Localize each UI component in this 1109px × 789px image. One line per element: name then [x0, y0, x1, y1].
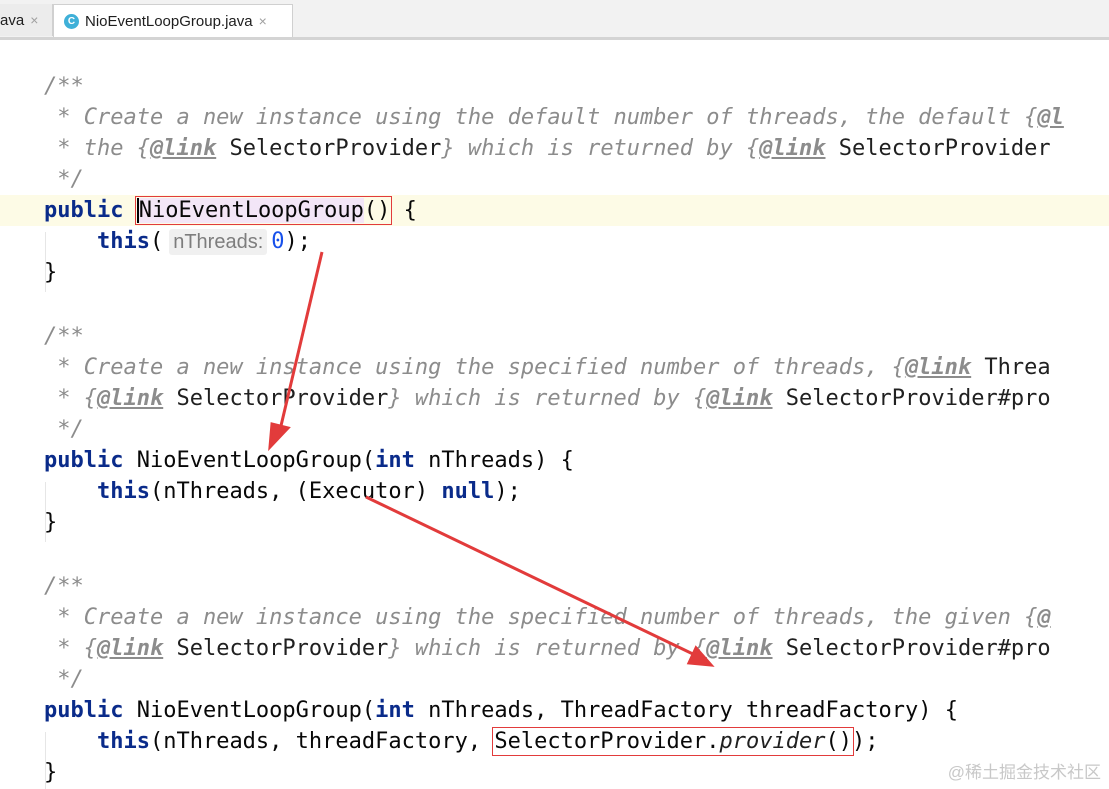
code-line: * the {@link SelectorProvider} which is …	[44, 136, 1051, 161]
tab-previous-file[interactable]: ava ×	[0, 4, 53, 36]
code-line: * Create a new instance using the specif…	[44, 605, 1051, 630]
code-line: */	[44, 167, 84, 192]
code-line: this(nThreads, threadFactory, SelectorPr…	[96, 727, 879, 756]
code-line: }	[44, 260, 58, 285]
tab-nioeventloopgroup[interactable]: C NioEventLoopGroup.java ×	[53, 4, 293, 37]
code-line: this(nThreads, (Executor) null);	[96, 479, 521, 504]
close-icon[interactable]: ×	[30, 12, 38, 28]
code-line-current: public NioEventLoopGroup() {	[0, 195, 1109, 226]
code-line: * {@link SelectorProvider} which is retu…	[44, 636, 1051, 661]
code-line: * Create a new instance using the specif…	[44, 355, 1051, 380]
tab-label: NioEventLoopGroup.java	[85, 12, 253, 30]
code-line: /**	[44, 74, 84, 99]
provider-call-highlight-box: SelectorProvider.provider()	[492, 727, 854, 756]
code-line: }	[44, 510, 58, 535]
code-line: * {@link SelectorProvider} which is retu…	[44, 386, 1051, 411]
constructor-name[interactable]: NioEventLoopGroup	[136, 198, 364, 223]
code-line: * Create a new instance using the defaul…	[44, 105, 1064, 130]
code-line: public NioEventLoopGroup(int nThreads) {	[44, 448, 574, 473]
code-line: */	[44, 667, 84, 692]
code-line: /**	[44, 324, 84, 349]
editor-tab-bar: ava × C NioEventLoopGroup.java ×	[0, 0, 1109, 40]
close-icon[interactable]: ×	[259, 13, 267, 29]
code-line: public NioEventLoopGroup(int nThreads, T…	[44, 698, 958, 723]
java-class-icon: C	[64, 13, 79, 29]
parameter-hint: nThreads:	[169, 229, 268, 255]
watermark: @稀土掘金技术社区	[947, 763, 1101, 782]
code-line: this(nThreads: 0);	[96, 229, 312, 255]
code-line: */	[44, 417, 84, 442]
code-line: /**	[44, 574, 84, 599]
constructor-highlight-box: NioEventLoopGroup()	[134, 196, 393, 225]
tab-label: ava	[0, 11, 25, 29]
code-line: }	[44, 760, 58, 785]
